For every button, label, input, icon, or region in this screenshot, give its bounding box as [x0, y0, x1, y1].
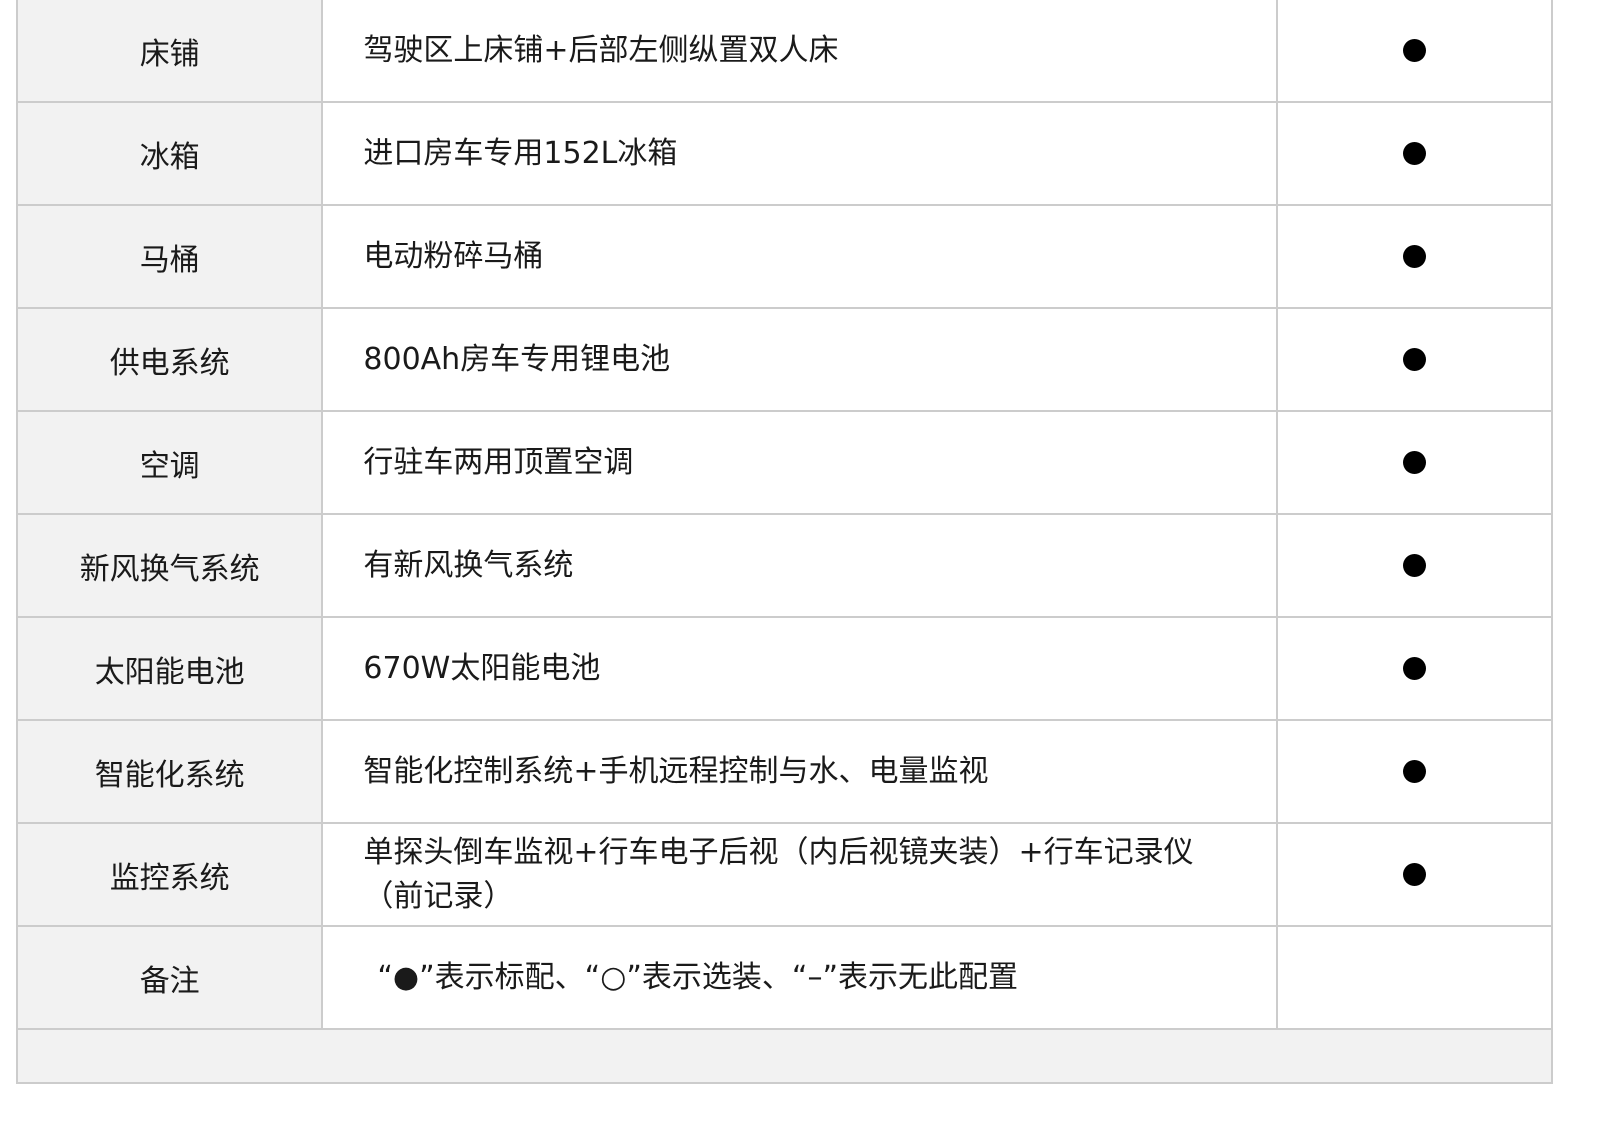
row-label: 床铺 [15, 0, 324, 103]
table-row: 马桶 电动粉碎马桶 [15, 204, 1554, 309]
row-label: 供电系统 [15, 307, 324, 412]
note-label: 备注 [15, 925, 324, 1030]
standard-mark [1275, 410, 1554, 515]
table-row: 太阳能电池 670W太阳能电池 [15, 616, 1554, 721]
row-description: 智能化控制系统+手机远程控制与水、电量监视 [321, 719, 1278, 824]
table-row: 供电系统 800Ah房车专用锂电池 [15, 307, 1554, 412]
footer-row [16, 1028, 1553, 1084]
table-row: 新风换气系统 有新风换气系统 [15, 513, 1554, 618]
filled-dot-icon [1402, 245, 1426, 268]
filled-dot-icon [1402, 39, 1426, 62]
standard-mark [1275, 822, 1554, 927]
note-row: 备注 “●”表示标配、“○”表示选装、“–”表示无此配置 [15, 925, 1554, 1030]
standard-mark [1275, 204, 1554, 309]
row-description: 驾驶区上床铺+后部左侧纵置双人床 [321, 0, 1278, 103]
row-label: 智能化系统 [15, 719, 324, 824]
row-description: 进口房车专用152L冰箱 [321, 101, 1278, 206]
row-label: 新风换气系统 [15, 513, 324, 618]
row-description: 800Ah房车专用锂电池 [321, 307, 1278, 412]
filled-dot-icon [1402, 657, 1426, 680]
spec-table: 床铺 驾驶区上床铺+后部左侧纵置双人床 冰箱 进口房车专用152L冰箱 马桶 电… [15, 0, 1554, 1084]
row-label: 空调 [15, 410, 324, 515]
table-row: 冰箱 进口房车专用152L冰箱 [15, 101, 1554, 206]
standard-mark [1275, 101, 1554, 206]
table-row: 智能化系统 智能化控制系统+手机远程控制与水、电量监视 [15, 719, 1554, 824]
row-label: 监控系统 [15, 822, 324, 927]
row-description: 电动粉碎马桶 [321, 204, 1278, 309]
row-description: 行驻车两用顶置空调 [321, 410, 1278, 515]
standard-mark [1275, 307, 1554, 412]
note-cell: “●”表示标配、“○”表示选装、“–”表示无此配置 [321, 925, 1278, 1030]
filled-dot-icon [1402, 863, 1426, 886]
row-label: 太阳能电池 [15, 616, 324, 721]
row-description: 有新风换气系统 [321, 513, 1278, 618]
table-row: 床铺 驾驶区上床铺+后部左侧纵置双人床 [15, 0, 1554, 103]
filled-dot-icon [1402, 348, 1426, 371]
row-description: 670W太阳能电池 [321, 616, 1278, 721]
table-row: 监控系统 单探头倒车监视+行车电子后视（内后视镜夹装）+行车记录仪（前记录） [15, 822, 1554, 927]
filled-dot-icon [1402, 142, 1426, 165]
row-description: 单探头倒车监视+行车电子后视（内后视镜夹装）+行车记录仪（前记录） [321, 822, 1278, 927]
row-label: 马桶 [15, 204, 324, 309]
standard-mark [1275, 513, 1554, 618]
standard-mark [1275, 0, 1554, 103]
standard-mark [1275, 616, 1554, 721]
table-row: 空调 行驻车两用顶置空调 [15, 410, 1554, 515]
filled-dot-icon [1402, 760, 1426, 783]
filled-dot-icon [1402, 451, 1426, 474]
footer-cell [16, 1028, 1553, 1084]
standard-mark [1275, 719, 1554, 824]
row-label: 冰箱 [15, 101, 324, 206]
filled-dot-icon [1402, 554, 1426, 577]
note-text: “●”表示标配、“○”表示选装、“–”表示无此配置 [377, 959, 1018, 995]
empty-mark-cell [1275, 925, 1554, 1030]
